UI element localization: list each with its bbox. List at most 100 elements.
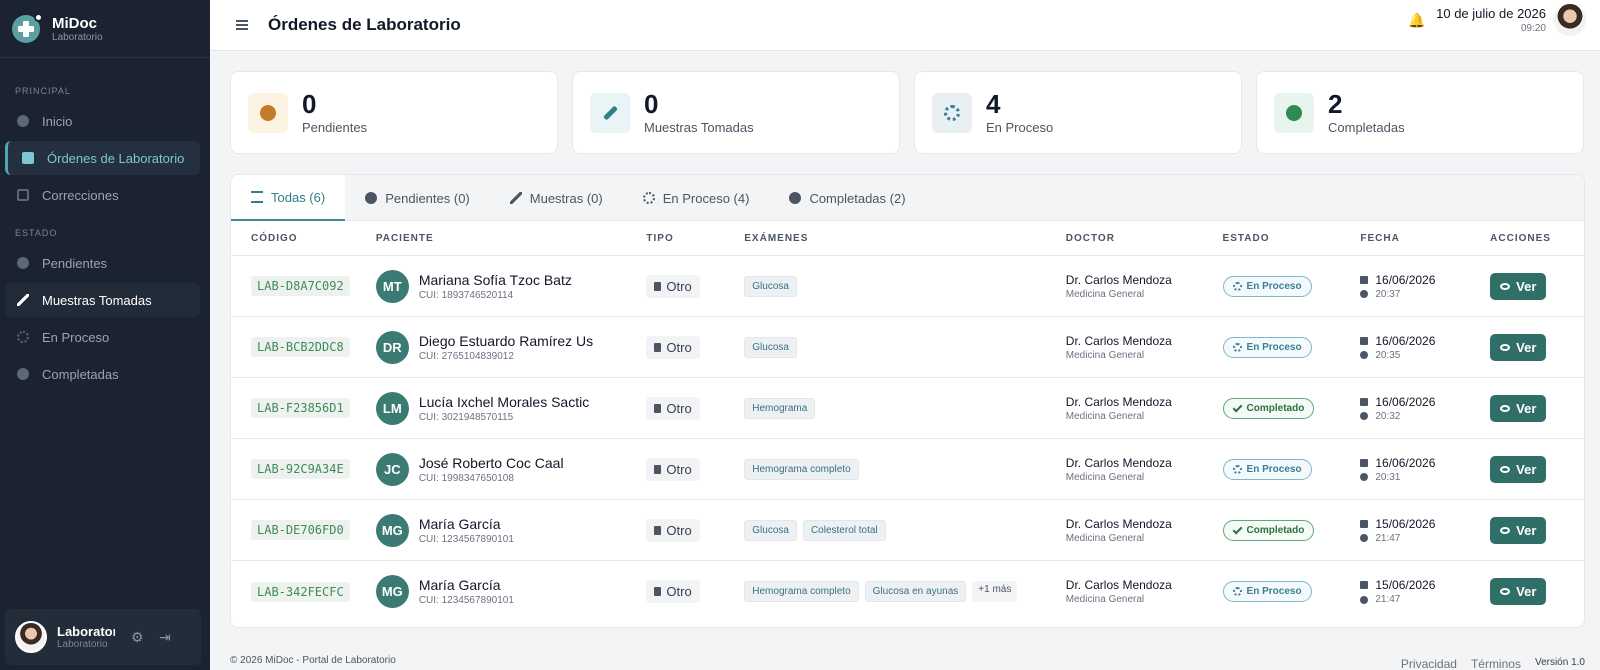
- medical-cross-logo-icon: [12, 12, 43, 43]
- avatar[interactable]: [15, 621, 47, 653]
- user-box: Laboratorio Laboratorio ⚙ ⇥: [5, 609, 201, 665]
- view-button[interactable]: Ver: [1490, 455, 1547, 483]
- view-button[interactable]: Ver: [1490, 333, 1547, 361]
- user-settings-icon[interactable]: ⚙: [131, 630, 149, 644]
- stat-label: En Proceso: [986, 120, 1054, 135]
- status-label: En Proceso: [1246, 341, 1302, 353]
- brand[interactable]: MiDoc Laboratorio: [0, 0, 210, 58]
- calendar-icon: [1360, 458, 1369, 467]
- table-row: LAB-92C9A34E JC José Roberto Coc Caal CU…: [231, 439, 1584, 500]
- tab-en-proceso[interactable]: En Proceso (4): [623, 175, 770, 221]
- spinner-icon: [1232, 342, 1242, 352]
- check-icon: [1232, 402, 1242, 413]
- calendar-icon: [1360, 336, 1369, 345]
- calendar-icon: [1360, 397, 1369, 406]
- spinner-icon: [932, 92, 972, 133]
- sidebar-item-correcciones[interactable]: Correcciones: [5, 178, 200, 212]
- terms-link[interactable]: Términos: [1471, 657, 1521, 670]
- clock-icon: [1360, 595, 1369, 604]
- clock-icon: [1360, 412, 1369, 420]
- sidebar-item-muestras[interactable]: Muestras Tomadas: [5, 283, 200, 317]
- clock-icon: [1360, 351, 1369, 359]
- eye-icon: [1500, 404, 1511, 412]
- sidebar-item-completadas[interactable]: Completadas: [5, 357, 200, 391]
- tab-muestras[interactable]: Muestras (0): [490, 175, 623, 221]
- order-code: LAB-F23856D1: [251, 398, 350, 418]
- patient-avatar: JC: [375, 452, 409, 486]
- view-button-label: Ver: [1516, 278, 1537, 294]
- type-chip: Otro: [646, 396, 700, 420]
- sidebar-item-ordenes[interactable]: Órdenes de Laboratorio: [5, 141, 200, 175]
- status-label: En Proceso: [1246, 280, 1302, 292]
- sidebar: MiDoc Laboratorio PRINCIPAL Inicio Órden…: [0, 0, 210, 670]
- section-label-principal: PRINCIPAL: [15, 86, 71, 96]
- patient-cui: CUI: 2765104839012: [418, 350, 514, 362]
- tab-todas[interactable]: Todas (6): [231, 175, 346, 221]
- brand-subtitle: Laboratorio: [52, 31, 103, 43]
- view-button[interactable]: Ver: [1490, 516, 1547, 544]
- type-chip: Otro: [646, 457, 700, 481]
- spinner-icon: [1232, 587, 1242, 596]
- view-button[interactable]: Ver: [1490, 272, 1547, 300]
- menu-toggle-icon[interactable]: [236, 20, 248, 30]
- stat-value: 0: [644, 89, 659, 119]
- type-chip: Otro: [646, 580, 700, 603]
- exams-list: Hemograma: [744, 397, 1066, 419]
- type-chip: Otro: [646, 335, 700, 359]
- top-header: Órdenes de Laboratorio 🔔 10 de julio de …: [210, 0, 1600, 51]
- list-icon: [251, 191, 263, 203]
- col-header-patient: PACIENTE: [375, 232, 434, 244]
- status-label: En Proceso: [1246, 463, 1302, 475]
- view-button-label: Ver: [1516, 584, 1537, 599]
- more-exams-chip[interactable]: +1 más: [972, 581, 1018, 602]
- patient-cui: CUI: 1234567890101: [418, 533, 514, 545]
- view-button[interactable]: Ver: [1490, 394, 1547, 422]
- date-display: 10 de julio de 2026 09:20: [1436, 6, 1546, 34]
- eye-icon: [1500, 526, 1511, 534]
- sidebar-item-inicio[interactable]: Inicio: [5, 104, 200, 138]
- logout-icon[interactable]: ⇥: [159, 630, 177, 644]
- brand-name: MiDoc: [52, 14, 97, 32]
- edit-icon: [17, 189, 29, 201]
- doctor-specialty: Medicina General: [1065, 288, 1145, 300]
- patient-avatar: MG: [375, 513, 409, 547]
- header-avatar[interactable]: [1554, 4, 1586, 36]
- col-header-code: CÓDIGO: [251, 232, 298, 244]
- exam-chip: Hemograma completo: [744, 458, 859, 480]
- order-time: 20:31: [1375, 471, 1401, 483]
- table-header: CÓDIGO PACIENTE TIPO EXÁMENES DOCTOR EST…: [231, 221, 1584, 256]
- view-button-label: Ver: [1516, 522, 1537, 538]
- col-header-exams: EXÁMENES: [744, 232, 809, 244]
- doctor-specialty: Medicina General: [1065, 594, 1145, 605]
- status-label: En Proceso: [1246, 586, 1302, 597]
- exam-chip: Glucosa: [744, 519, 797, 541]
- eye-icon: [1500, 465, 1511, 473]
- tab-completadas[interactable]: Completadas (2): [769, 175, 925, 221]
- col-header-status: ESTADO: [1222, 232, 1270, 244]
- status-badge: Completado: [1222, 398, 1315, 420]
- bell-icon[interactable]: 🔔: [1408, 12, 1425, 28]
- order-date: 15/06/2026: [1375, 578, 1436, 592]
- view-button-label: Ver: [1516, 339, 1537, 355]
- doctor-specialty: Medicina General: [1065, 532, 1145, 544]
- exam-chip: Glucosa: [744, 336, 797, 358]
- table-row: LAB-D8A7C092 MT Mariana Sofía Tzoc Batz …: [231, 256, 1584, 317]
- privacy-link[interactable]: Privacidad: [1401, 657, 1457, 670]
- tab-pendientes[interactable]: Pendientes (0): [345, 175, 490, 221]
- table-row: LAB-DE706FD0 MG María García CUI: 123456…: [231, 500, 1584, 561]
- stat-card-pendientes: 0 Pendientes: [230, 71, 558, 154]
- sidebar-item-label: Completadas: [42, 366, 119, 382]
- file-medical-icon: [22, 152, 34, 164]
- calendar-icon: [1360, 275, 1369, 284]
- exams-list: Glucosa Colesterol total: [744, 519, 1066, 541]
- status-tabs: Todas (6) Pendientes (0) Muestras (0) En…: [231, 175, 1584, 221]
- sidebar-item-label: Correcciones: [42, 187, 119, 203]
- order-date: 16/06/2026: [1375, 333, 1436, 348]
- doctor-name: Dr. Carlos Mendoza: [1065, 272, 1172, 287]
- user-role: Laboratorio: [57, 639, 108, 650]
- sidebar-item-en-proceso[interactable]: En Proceso: [5, 320, 200, 354]
- stat-label: Muestras Tomadas: [644, 120, 754, 135]
- sidebar-item-pendientes[interactable]: Pendientes: [5, 246, 200, 280]
- order-time: 21:47: [1375, 594, 1401, 605]
- view-button[interactable]: Ver: [1490, 578, 1547, 605]
